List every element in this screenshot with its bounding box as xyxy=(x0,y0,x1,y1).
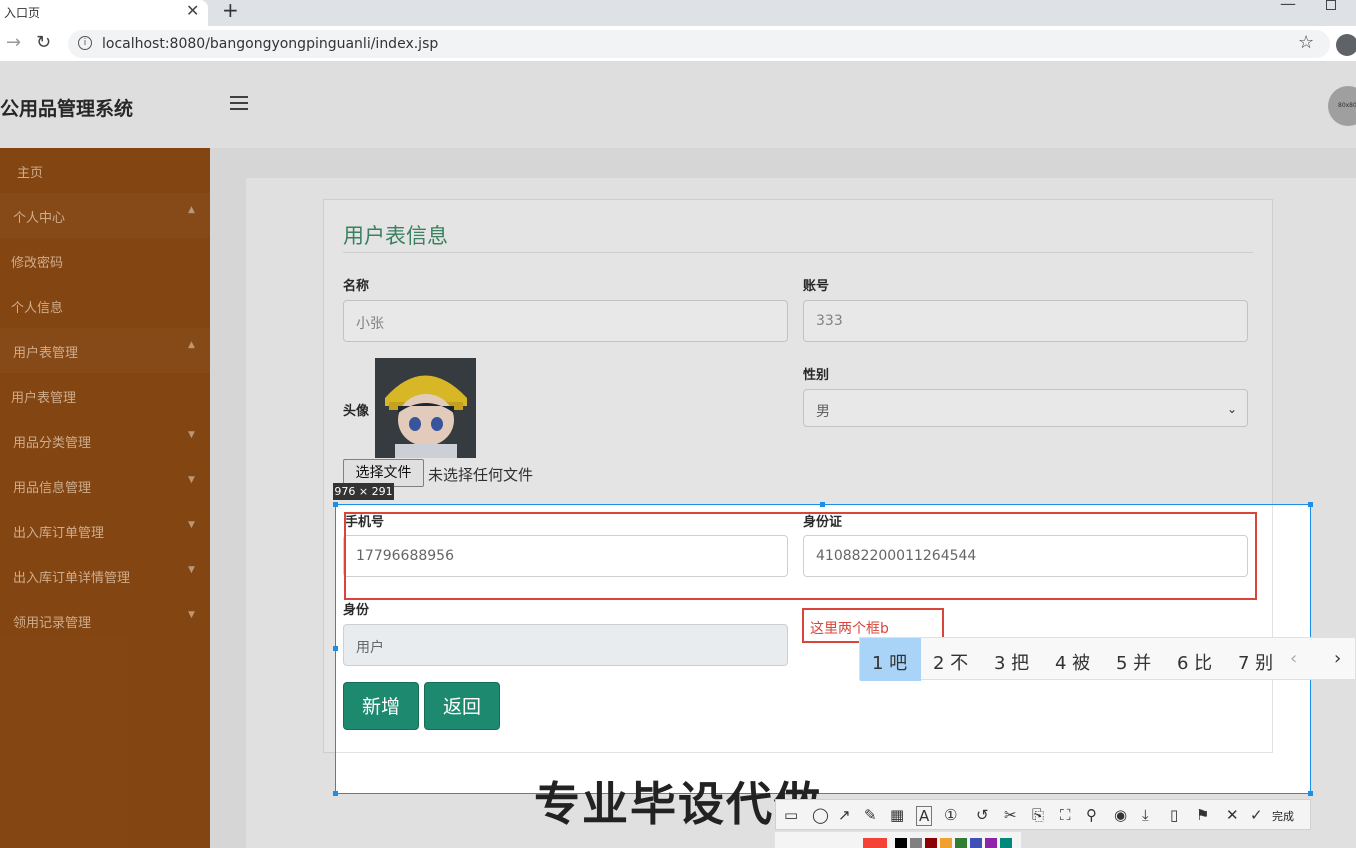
tab-close-icon[interactable]: ✕ xyxy=(186,1,199,20)
ocr-icon[interactable]: ⎘ xyxy=(1032,806,1044,824)
color-swatch[interactable] xyxy=(1000,838,1012,848)
phone-icon[interactable]: ▯ xyxy=(1170,806,1178,824)
color-swatch[interactable] xyxy=(985,838,997,848)
profile-icon[interactable] xyxy=(1336,34,1356,56)
ime-candidate[interactable]: 5 并 xyxy=(1116,649,1151,675)
resize-handle[interactable] xyxy=(1308,502,1313,507)
pin-icon[interactable]: ⚲ xyxy=(1086,806,1097,824)
ellipse-tool-icon[interactable]: ◯ xyxy=(812,806,829,824)
minimize-icon[interactable]: — xyxy=(1280,0,1296,13)
record-icon[interactable]: ◉ xyxy=(1114,806,1127,824)
color-swatch[interactable] xyxy=(940,838,952,848)
pen-tool-icon[interactable]: ✎ xyxy=(864,806,877,824)
restore-window-icon[interactable] xyxy=(1326,0,1336,10)
done-button[interactable]: 完成 xyxy=(1272,808,1294,824)
cut-icon[interactable]: ✂ xyxy=(1004,806,1017,824)
color-swatch[interactable] xyxy=(895,838,907,848)
resize-handle[interactable] xyxy=(333,791,338,796)
color-swatch[interactable] xyxy=(910,838,922,848)
dim-overlay-left xyxy=(0,504,335,848)
site-info-icon[interactable]: i xyxy=(78,36,92,50)
resize-handle[interactable] xyxy=(333,502,338,507)
resize-handle[interactable] xyxy=(1308,791,1313,796)
browser-tab-bar: 入口页 ✕ + — xyxy=(0,0,1356,26)
color-palette xyxy=(775,832,1021,848)
resize-handle[interactable] xyxy=(333,646,338,651)
annotation-rectangle[interactable] xyxy=(344,512,1257,600)
number-tool-icon[interactable]: ① xyxy=(944,806,957,824)
color-swatch[interactable] xyxy=(925,838,937,848)
ime-candidate[interactable]: 6 比 xyxy=(1177,649,1212,675)
selection-size-label: 976 × 291 xyxy=(333,483,394,500)
ime-candidate-bar: 1 吧 2 不 3 把 4 被 5 并 6 比 7 别 ‹ › xyxy=(859,637,1356,681)
reload-icon[interactable]: ↻ xyxy=(36,32,51,53)
ime-candidate[interactable]: 1 吧 xyxy=(872,649,907,675)
ime-candidate[interactable]: 2 不 xyxy=(933,649,968,675)
ime-candidate[interactable]: 7 别 xyxy=(1238,649,1273,675)
bookmark-icon[interactable]: ⚑ xyxy=(1196,806,1209,824)
mosaic-tool-icon[interactable]: ▦ xyxy=(890,806,904,824)
color-swatch[interactable] xyxy=(863,838,887,848)
color-swatch[interactable] xyxy=(955,838,967,848)
bookmark-star-icon[interactable]: ☆ xyxy=(1298,32,1314,53)
download-icon[interactable]: ⤓ xyxy=(1142,806,1149,824)
chevron-right-icon[interactable]: › xyxy=(1334,648,1341,669)
capture-toolbar: ▭ ◯ ↗ ✎ ▦ A ① ↺ ✂ ⎘ ⛶ ⚲ ◉ ⤓ ▯ ⚑ ✕ ✓ 完成 xyxy=(775,799,1311,830)
new-tab-button[interactable]: + xyxy=(222,0,239,22)
browser-tab[interactable]: 入口页 ✕ xyxy=(0,0,208,26)
resize-handle[interactable] xyxy=(820,502,825,507)
arrow-tool-icon[interactable]: ↗ xyxy=(838,806,851,824)
text-tool-icon[interactable]: A xyxy=(916,806,933,826)
scan-icon[interactable]: ⛶ xyxy=(1060,806,1071,824)
close-icon[interactable]: ✕ xyxy=(1226,806,1239,824)
annotation-text[interactable]: 这里两个框b xyxy=(810,618,889,638)
rectangle-tool-icon[interactable]: ▭ xyxy=(784,806,798,824)
check-icon[interactable]: ✓ xyxy=(1250,806,1263,824)
chevron-left-icon[interactable]: ‹ xyxy=(1290,648,1297,669)
address-bar: → ↻ i localhost:8080/bangongyongpinguanl… xyxy=(0,26,1356,62)
ime-candidate[interactable]: 4 被 xyxy=(1055,649,1090,675)
color-swatch[interactable] xyxy=(970,838,982,848)
ime-candidate[interactable]: 3 把 xyxy=(994,649,1029,675)
url-field[interactable]: i localhost:8080/bangongyongpinguanli/in… xyxy=(68,30,1330,58)
dim-overlay-top xyxy=(0,62,1356,504)
tab-title: 入口页 xyxy=(4,6,41,20)
forward-icon[interactable]: → xyxy=(6,32,21,53)
url-text[interactable]: localhost:8080/bangongyongpinguanli/inde… xyxy=(102,36,438,52)
undo-icon[interactable]: ↺ xyxy=(976,806,989,824)
